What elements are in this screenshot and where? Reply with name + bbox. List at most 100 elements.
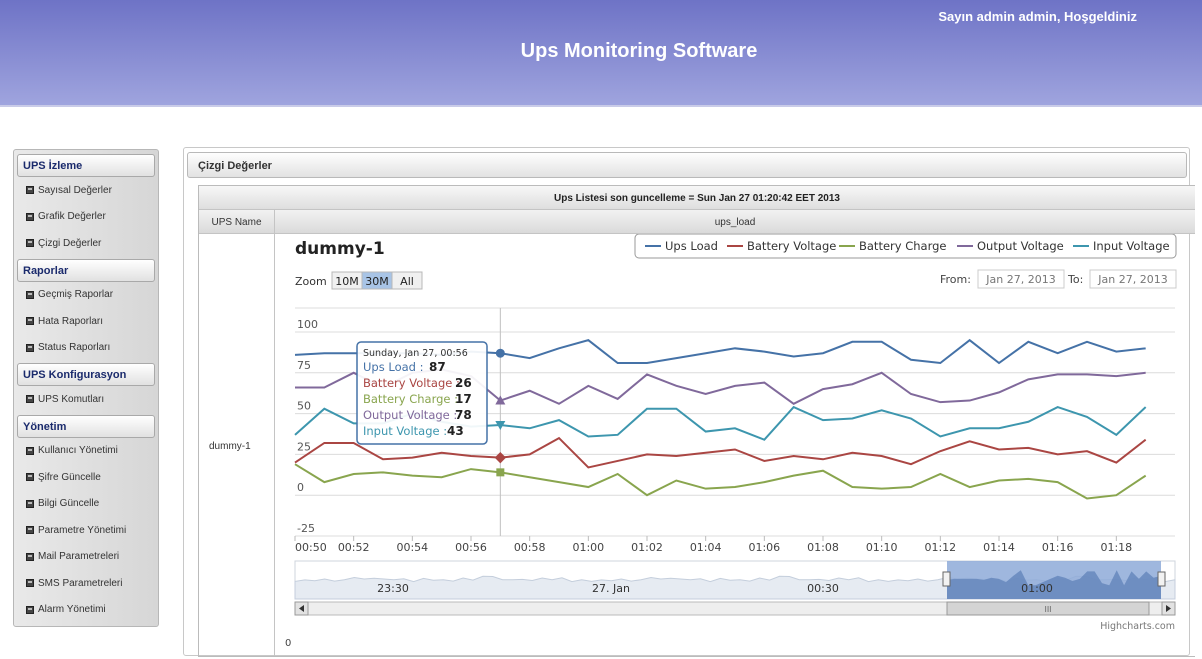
scrollbar-grip: III	[1044, 605, 1051, 614]
panel-title: Çizgi Değerler	[187, 152, 1187, 178]
tooltip-label: Input Voltage :	[363, 424, 447, 438]
from-date-value: Jan 27, 2013	[985, 273, 1055, 286]
sidebar-item-hata-raporlari[interactable]: Hata Raporları	[17, 308, 155, 335]
zoom-label: Zoom	[295, 275, 327, 288]
tooltip-value: 78	[455, 408, 472, 422]
save-icon	[26, 552, 34, 561]
welcome-message: Sayın admin admin, Hoşgeldiniz	[938, 9, 1137, 24]
navigator-handle-right[interactable]	[1157, 571, 1166, 587]
sidebar-item-label: SMS Parametreleri	[38, 577, 123, 589]
column-header-ups-load[interactable]: ups_load	[275, 210, 1195, 233]
to-date-value: Jan 27, 2013	[1097, 273, 1167, 286]
legend-item[interactable]: Ups Load	[665, 239, 718, 253]
sidebar-section-yonetim[interactable]: Yönetim	[17, 414, 155, 438]
sidebar-item-label: Alarm Yönetimi	[38, 604, 106, 616]
sidebar-item-gecmis-raporlar[interactable]: Geçmiş Raporlar	[17, 282, 155, 309]
sidebar-item-label: Grafik Değerler	[38, 211, 106, 223]
save-icon	[26, 446, 34, 455]
chart-title: dummy-1	[295, 239, 385, 259]
x-tick-label: 00:52	[338, 541, 370, 554]
tooltip-label: Battery Voltage :	[363, 376, 460, 390]
sidebar-item-label: Bilgi Güncelle	[38, 498, 100, 510]
tooltip-label: Battery Charge :	[363, 392, 458, 406]
x-tick-label: 01:16	[1042, 541, 1074, 554]
sidebar-item-sms-parametreleri[interactable]: SMS Parametreleri	[17, 570, 155, 597]
navigator-label: 27. Jan	[592, 582, 630, 595]
sidebar-item-label: Çizgi Değerler	[38, 237, 102, 249]
tooltip-value: 26	[455, 376, 472, 390]
navigator-handle-left[interactable]	[942, 571, 951, 587]
sidebar-item-label: Kullanıcı Yönetimi	[38, 445, 118, 457]
navigator-label: 01:00	[1021, 582, 1053, 595]
from-label: From:	[940, 273, 971, 286]
ups-table: Ups Listesi son guncelleme = Sun Jan 27 …	[198, 185, 1195, 657]
tooltip-label: Ups Load :	[363, 360, 423, 374]
save-icon	[26, 395, 34, 404]
x-tick-label: 01:14	[983, 541, 1015, 554]
table-row: dummy-1 dummy-1 Zoom 10M 30M All From: Jan 27,…	[199, 234, 1195, 656]
sidebar-item-label: Şifre Güncelle	[38, 471, 101, 483]
to-label: To:	[1067, 273, 1083, 286]
save-icon	[26, 526, 34, 535]
navigator-label: 23:30	[377, 582, 409, 595]
sidebar-item-status-raporlari[interactable]: Status Raporları	[17, 335, 155, 362]
save-icon	[26, 473, 34, 482]
save-icon	[26, 186, 34, 195]
sidebar-item-label: Geçmiş Raporlar	[38, 289, 114, 301]
y-tick-label: 100	[297, 318, 318, 331]
tooltip-label: Output Voltage :	[363, 408, 457, 422]
sidebar-item-grafik-degerler[interactable]: Grafik Değerler	[17, 204, 155, 231]
table-caption: Ups Listesi son guncelleme = Sun Jan 27 …	[199, 186, 1195, 210]
tooltip-value: 87	[429, 360, 446, 374]
save-icon	[26, 239, 34, 248]
navigator-label: 00:30	[807, 582, 839, 595]
y-tick-label: 50	[297, 400, 311, 413]
column-header-ups-name[interactable]: UPS Name	[199, 210, 275, 233]
sidebar-item-bilgi-guncelle[interactable]: Bilgi Güncelle	[17, 491, 155, 518]
sidebar-item-label: Parametre Yönetimi	[38, 524, 127, 536]
legend-item[interactable]: Battery Voltage	[747, 239, 836, 253]
y-tick-label: 75	[297, 359, 311, 372]
x-tick-label: 01:00	[572, 541, 604, 554]
sidebar-item-sayisal-degerler[interactable]: Sayısal Değerler	[17, 177, 155, 204]
hover-marker	[496, 468, 505, 477]
sidebar-section-ups-konfigurasyon[interactable]: UPS Konfigurasyon	[17, 363, 155, 386]
sidebar-item-label: Mail Parametreleri	[38, 551, 120, 563]
y-tick-label: 0	[297, 481, 304, 494]
app-title: Ups Monitoring Software	[520, 40, 758, 62]
zoom-button-label: All	[400, 275, 414, 288]
sidebar-item-kullanici-yonetimi[interactable]: Kullanıcı Yönetimi	[17, 438, 155, 465]
legend-item[interactable]: Battery Charge	[859, 239, 947, 253]
sidebar-item-mail-parametreleri[interactable]: Mail Parametreleri	[17, 544, 155, 571]
hover-marker	[495, 348, 505, 358]
sidebar-item-alarm-yonetimi[interactable]: Alarm Yönetimi	[17, 597, 155, 624]
x-tick-label: 01:02	[631, 541, 663, 554]
legend-item[interactable]: Input Voltage	[1093, 239, 1170, 253]
line-chart: dummy-1 Zoom 10M 30M All From: Jan 27, 2013 To:…	[285, 234, 1177, 649]
sidebar-item-parametre-yonetimi[interactable]: Parametre Yönetimi	[17, 517, 155, 544]
main-content: Çizgi Değerler Ups Listesi son guncellem…	[183, 147, 1195, 657]
x-tick-label: 01:04	[690, 541, 722, 554]
save-icon	[26, 317, 34, 326]
sidebar-item-sifre-guncelle[interactable]: Şifre Güncelle	[17, 464, 155, 491]
save-icon	[26, 343, 34, 352]
x-tick-label: 01:10	[866, 541, 898, 554]
sidebar-item-label: UPS Komutları	[38, 393, 105, 405]
sidebar-section-raporlar[interactable]: Raporlar	[17, 258, 155, 282]
tooltip-value: 17	[455, 392, 472, 406]
zoom-button-label: 30M	[365, 275, 389, 288]
sidebar-item-label: Sayısal Değerler	[38, 184, 112, 196]
tooltip-date: Sunday, Jan 27, 00:56	[363, 348, 468, 359]
sidebar-item-label: Status Raporları	[38, 342, 111, 354]
ups-name-cell: dummy-1	[199, 234, 275, 656]
sidebar: UPS İzleme Sayısal Değerler Grafik Değerle…	[13, 149, 159, 627]
chart-credits[interactable]: Highcharts.com	[1100, 621, 1175, 632]
legend-item[interactable]: Output Voltage	[977, 239, 1064, 253]
navigator-zero-label: 0	[285, 638, 291, 649]
x-tick-label: 00:54	[396, 541, 428, 554]
sidebar-item-cizgi-degerler[interactable]: Çizgi Değerler	[17, 230, 155, 257]
sidebar-item-label: Hata Raporları	[38, 315, 104, 327]
sidebar-section-ups-izleme[interactable]: UPS İzleme	[17, 154, 155, 177]
sidebar-item-ups-komutlari[interactable]: UPS Komutları	[17, 386, 155, 413]
x-tick-label: 01:08	[807, 541, 839, 554]
